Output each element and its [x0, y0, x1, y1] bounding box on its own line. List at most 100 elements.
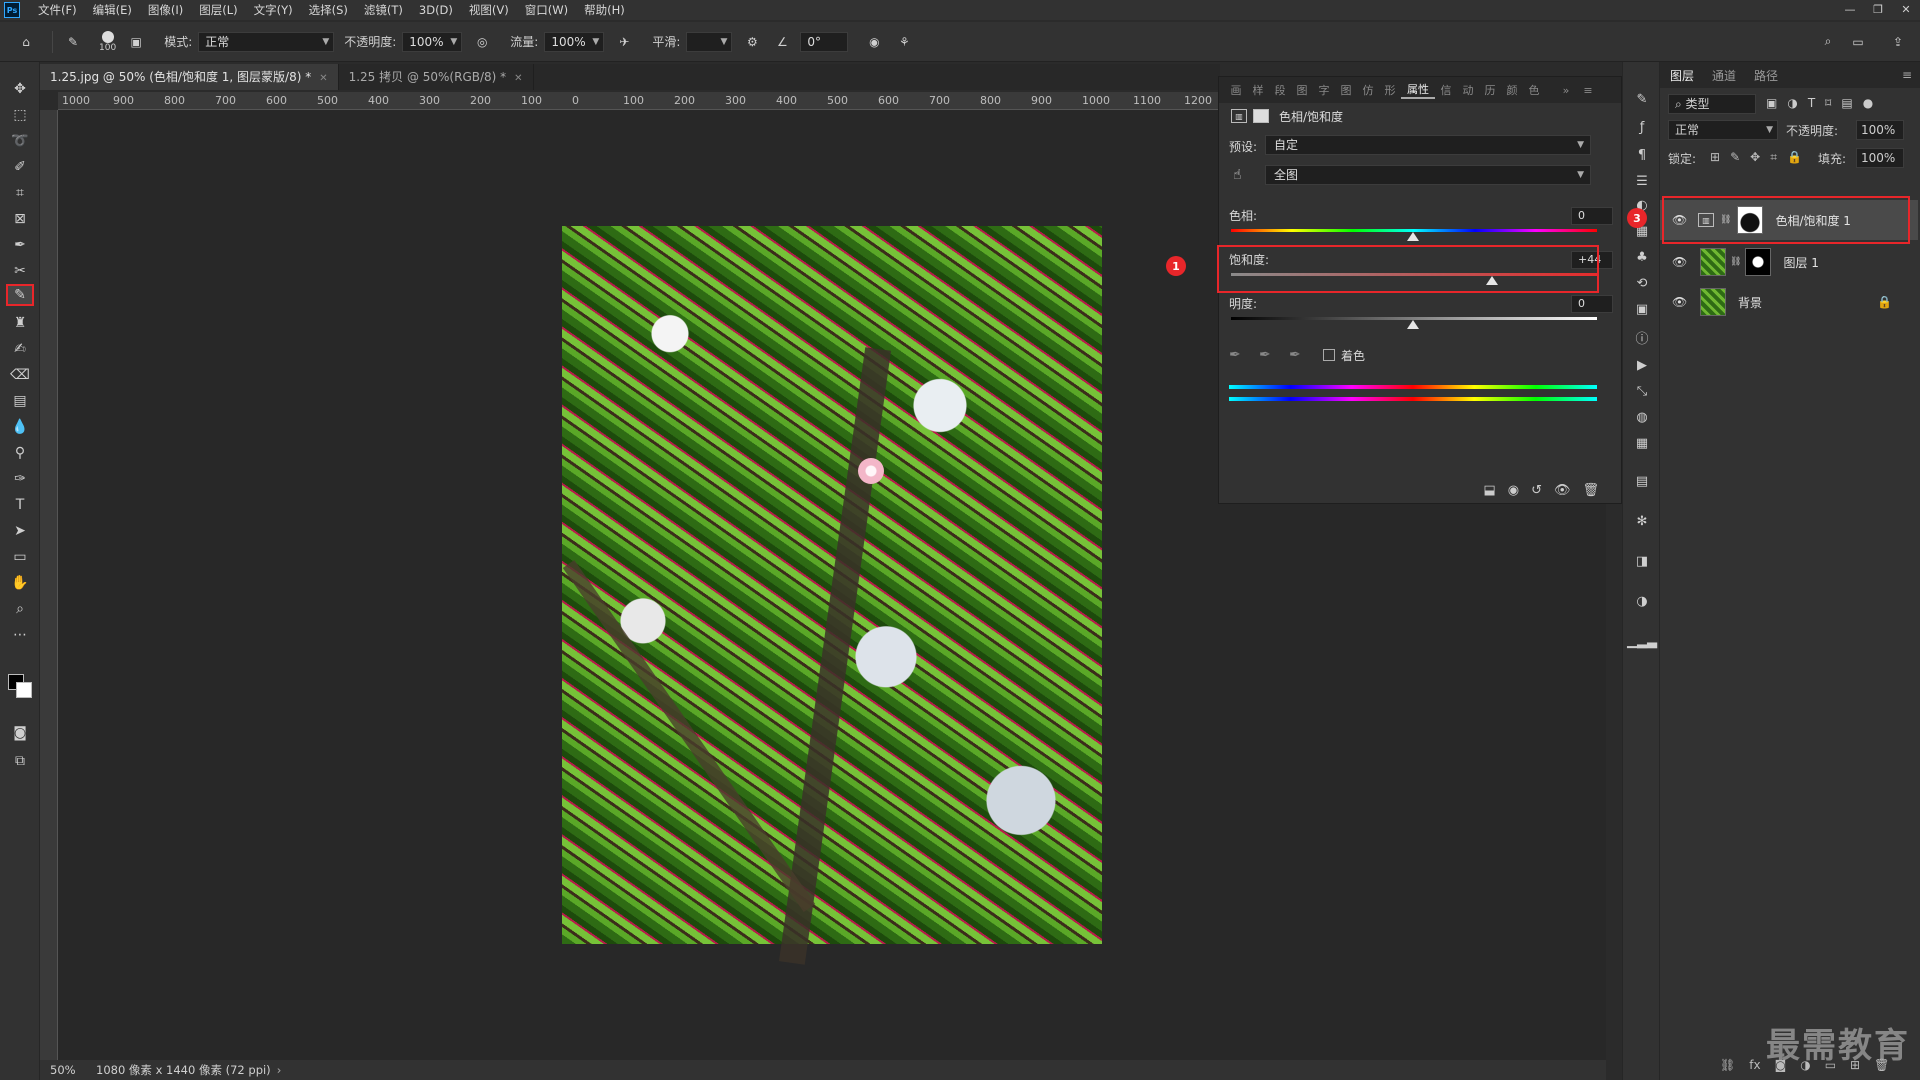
workspace-icon[interactable]: ▭	[1846, 30, 1870, 54]
libraries-icon[interactable]: ✻	[1632, 512, 1652, 530]
settings-gear-icon[interactable]: ⚙	[740, 30, 764, 54]
eyedropper-tool-icon[interactable]: ✒	[6, 234, 34, 256]
tab-clone[interactable]: 仿	[1357, 82, 1379, 98]
minimize-icon[interactable]: —	[1836, 0, 1864, 20]
paragraph-icon[interactable]: ¶	[1632, 146, 1652, 164]
view-previous-icon[interactable]: ◉	[1508, 483, 1519, 498]
gradient-tool-icon[interactable]: ▤	[6, 390, 34, 412]
history-brush-tool-icon[interactable]: ✍	[6, 338, 34, 360]
3d-icon[interactable]: ◍	[1632, 408, 1652, 426]
layer-row-background[interactable]: 👁 背景 🔒	[1660, 282, 1918, 322]
lightness-value-field[interactable]: 0	[1571, 295, 1613, 313]
menu-edit[interactable]: 编辑(E)	[85, 0, 140, 20]
pen-tool-icon[interactable]: ✑	[6, 468, 34, 490]
menu-image[interactable]: 图像(I)	[140, 0, 191, 20]
lock-all-icon[interactable]: 🔒	[1787, 150, 1802, 165]
layer-mask-thumbnail[interactable]	[1745, 248, 1772, 276]
lock-artboard-icon[interactable]: ⌗	[1770, 150, 1777, 165]
zoom-tool-icon[interactable]: ⌕	[6, 598, 34, 620]
crop-tool-icon[interactable]: ⌗	[6, 182, 34, 204]
visibility-eye-icon[interactable]: 👁	[1672, 255, 1694, 269]
menu-file[interactable]: 文件(F)	[30, 0, 85, 20]
tab-brush[interactable]: 画	[1225, 82, 1247, 98]
close-icon[interactable]: ✕	[1892, 0, 1920, 20]
tab-character[interactable]: 字	[1313, 82, 1335, 98]
tab-info[interactable]: 信	[1435, 82, 1457, 98]
lasso-tool-icon[interactable]: ➰	[6, 130, 34, 152]
tab-actions[interactable]: 动	[1457, 82, 1479, 98]
menu-type[interactable]: 文字(Y)	[246, 0, 301, 20]
mode-select[interactable]: 正常 ▼	[198, 31, 335, 52]
expand-panels-icon[interactable]: »	[1555, 84, 1577, 97]
lock-transparency-icon[interactable]: ⊞	[1710, 150, 1720, 165]
visibility-eye-icon[interactable]: 👁	[1554, 483, 1571, 498]
airbrush-icon[interactable]: ✈	[612, 30, 636, 54]
link-layers-icon[interactable]: ⛓	[1720, 1058, 1735, 1072]
pressure-opacity-icon[interactable]: ◎	[470, 30, 494, 54]
eyedropper-minus-icon[interactable]: ✒	[1289, 347, 1319, 363]
colorize-checkbox[interactable]	[1323, 349, 1335, 361]
tab-properties[interactable]: 属性	[1401, 81, 1435, 99]
tab-swatches[interactable]: 色	[1523, 82, 1545, 98]
table-icon[interactable]: ▦	[1632, 434, 1652, 452]
lightness-slider-thumb[interactable]	[1407, 320, 1419, 329]
layer-opacity-field[interactable]: 100%	[1856, 120, 1904, 140]
document-info[interactable]: 1080 像素 x 1440 像素 (72 ppi)	[96, 1062, 271, 1078]
menu-filter[interactable]: 滤镜(T)	[356, 0, 411, 20]
clone-stamp-tool-icon[interactable]: ♜	[6, 312, 34, 334]
panel-menu-icon[interactable]: ≡	[1577, 84, 1599, 97]
home-icon[interactable]: ⌂	[14, 30, 38, 54]
menu-help[interactable]: 帮助(H)	[576, 0, 633, 20]
history-icon[interactable]: ⟲	[1632, 274, 1652, 292]
menu-3d[interactable]: 3D(D)	[411, 0, 461, 20]
quick-mask-icon[interactable]: ◙	[6, 722, 34, 744]
hand-tool-icon[interactable]: ✋	[6, 572, 34, 594]
link-icon[interactable]: ⛓	[1730, 257, 1741, 267]
lock-position-icon[interactable]: ✥	[1750, 150, 1760, 165]
hue-value-field[interactable]: 0	[1571, 207, 1613, 225]
tab-channels[interactable]: 通道	[1712, 67, 1736, 84]
marquee-tool-icon[interactable]: ⬚	[6, 104, 34, 126]
menu-layer[interactable]: 图层(L)	[191, 0, 245, 20]
actions-play-icon[interactable]: ▶	[1632, 356, 1652, 374]
brush-size-picker[interactable]: 100	[99, 30, 116, 53]
glyphs-icon[interactable]: ƒ	[1632, 118, 1652, 136]
tab-paths[interactable]: 路径	[1754, 67, 1778, 84]
tab-styles[interactable]: 样	[1247, 82, 1269, 98]
adjustment-filter-icon[interactable]: ◑	[1787, 96, 1797, 110]
navigator-icon[interactable]: ◑	[1632, 592, 1652, 610]
panel-menu-icon[interactable]: ≡	[1902, 68, 1912, 82]
tab-image-2[interactable]: 图	[1335, 82, 1357, 98]
adjustments-icon[interactable]: ▣	[1632, 300, 1652, 318]
screen-mode-icon[interactable]: ⧉	[6, 750, 34, 772]
brush-preset-icon[interactable]: ✎	[61, 30, 85, 54]
properties-sliders-icon[interactable]: ☰	[1632, 172, 1652, 190]
close-tab-icon[interactable]: ✕	[319, 73, 327, 84]
hue-slider-thumb[interactable]	[1407, 232, 1419, 241]
opacity-field[interactable]: 100% ▼	[402, 31, 463, 52]
fill-field[interactable]: 100%	[1856, 148, 1904, 168]
type-tool-icon[interactable]: T	[6, 494, 34, 516]
targeted-adjustment-hand-icon[interactable]: ☝	[1233, 167, 1242, 183]
eyedropper-icon[interactable]: ✒	[1229, 347, 1259, 363]
histogram-icon[interactable]: ▁▂▃	[1627, 632, 1657, 650]
rectangle-tool-icon[interactable]: ▭	[6, 546, 34, 568]
menu-view[interactable]: 视图(V)	[461, 0, 517, 20]
doc-tab-active[interactable]: 1.25.jpg @ 50% (色相/饱和度 1, 图层蒙版/8) * ✕	[40, 64, 339, 90]
info-icon[interactable]: ⓘ	[1632, 328, 1652, 347]
layer-thumbnail[interactable]	[1700, 288, 1726, 316]
share-icon[interactable]: ⇪	[1886, 30, 1910, 54]
doc-tab-copy[interactable]: 1.25 拷贝 @ 50%(RGB/8) * ✕	[339, 64, 534, 90]
mask-icon[interactable]	[1253, 109, 1269, 123]
preset-select[interactable]: 自定 ▼	[1265, 135, 1591, 155]
tab-paragraph[interactable]: 段	[1269, 82, 1291, 98]
delete-icon[interactable]: 🗑	[1582, 483, 1599, 498]
filter-toggle-icon[interactable]: ●	[1863, 96, 1873, 110]
path-select-tool-icon[interactable]: ➤	[6, 520, 34, 542]
blend-mode-select[interactable]: 正常 ▼	[1668, 120, 1778, 140]
channel-select[interactable]: 全图 ▼	[1265, 165, 1591, 185]
menu-select[interactable]: 选择(S)	[301, 0, 356, 20]
pixel-filter-icon[interactable]: ▣	[1766, 96, 1777, 110]
dodge-tool-icon[interactable]: ⚲	[6, 442, 34, 464]
pressure-size-icon[interactable]: ◉	[862, 30, 886, 54]
